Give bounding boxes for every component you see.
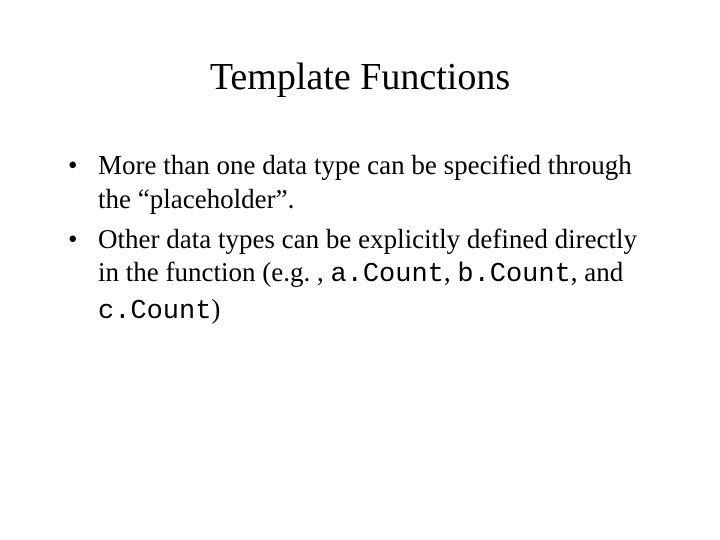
bullet-text: ) <box>211 294 220 324</box>
code-text: b.Count <box>457 260 570 290</box>
bullet-text: More than one data type can be specified… <box>98 150 632 214</box>
list-item: More than one data type can be specified… <box>68 149 652 217</box>
code-text: c.Count <box>98 297 211 327</box>
slide-title: Template Functions <box>50 55 670 99</box>
bullet-list: More than one data type can be specified… <box>50 149 670 330</box>
bullet-text: , <box>444 257 458 287</box>
list-item: Other data types can be explicitly defin… <box>68 223 652 330</box>
code-text: a.Count <box>330 260 443 290</box>
slide: Template Functions More than one data ty… <box>0 0 720 540</box>
bullet-text: , and <box>571 257 623 287</box>
